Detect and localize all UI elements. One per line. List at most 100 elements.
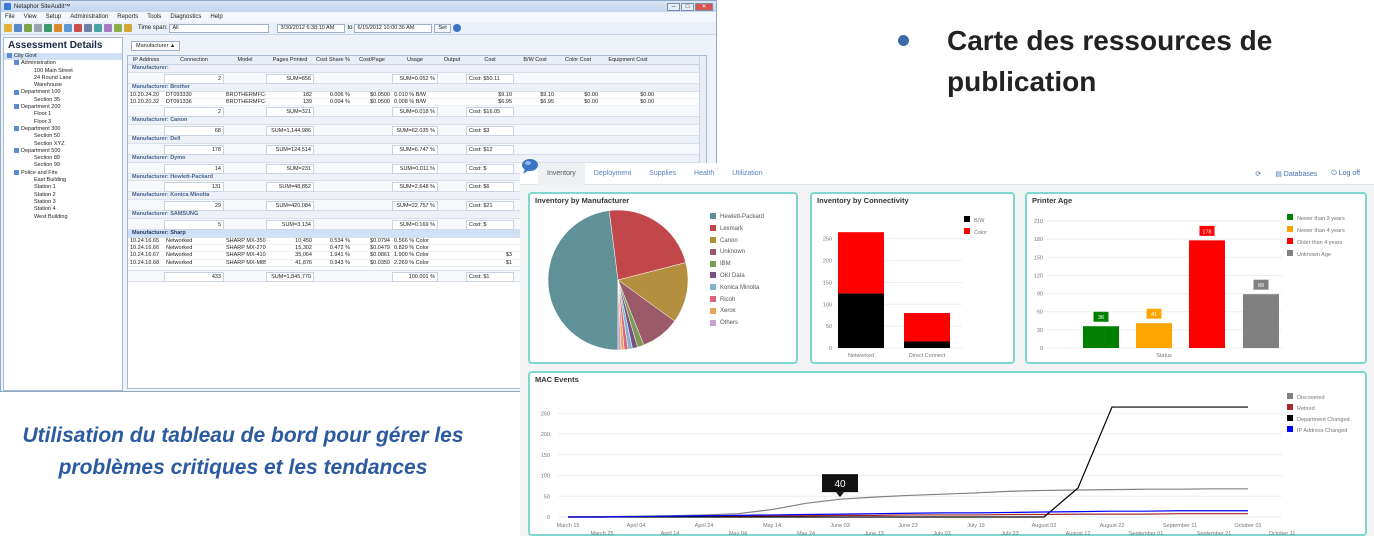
menu-view[interactable]: View (24, 14, 37, 20)
table-row[interactable]: 10.20.24.20 DT093330 BROTHERMFC-... 182 0.00… (128, 92, 706, 99)
bar-color[interactable] (904, 313, 950, 342)
legend-item: OKI Data (710, 271, 764, 283)
tree-item[interactable]: East Building (4, 177, 122, 184)
bar-b-w[interactable] (904, 341, 950, 348)
tree-item[interactable]: Section XYZ (4, 141, 122, 148)
open-icon[interactable] (4, 24, 12, 32)
tab-deployment[interactable]: Deployment (585, 163, 640, 185)
tree-item[interactable]: Station 1 (4, 184, 122, 191)
column-header[interactable]: Connection (164, 56, 224, 65)
group-by-manufacturer-chip[interactable]: Manufacturer ▲ (131, 41, 181, 51)
folder-icon[interactable] (124, 24, 132, 32)
close-button[interactable]: ✕ (695, 2, 713, 11)
tab-utilization[interactable]: Utilization (723, 163, 771, 185)
tree-item[interactable]: Department 500 (4, 148, 122, 155)
export-icon[interactable] (34, 24, 42, 32)
save-icon[interactable] (14, 24, 22, 32)
window-titlebar[interactable]: Netaphor SiteAudit™ – □ ✕ (1, 1, 716, 12)
column-header[interactable]: Equipment Cost (600, 56, 656, 65)
column-header[interactable]: Cost/Page (352, 56, 392, 65)
dashboard-navbar: Inventory Deployment Supplies Health Utiliza… (520, 159, 1374, 185)
column-header[interactable]: Usage (392, 56, 438, 65)
tree-item-label: East Building (34, 177, 67, 184)
tab-supplies[interactable]: Supplies (640, 163, 685, 185)
from-date-field[interactable]: 3/30/2012 6:38:10 AM (277, 23, 346, 33)
tree-item[interactable]: Station 2 (4, 192, 122, 199)
tree-item[interactable]: Floor 3 (4, 119, 122, 126)
set-button[interactable]: Set (434, 23, 451, 33)
menu-setup[interactable]: Setup (46, 14, 62, 20)
group-header[interactable]: Manufacturer: (128, 65, 706, 73)
legend-item: Ricoh (710, 295, 764, 307)
bar-b-w[interactable] (838, 293, 884, 348)
databases-link[interactable]: ▤ Databases (1275, 170, 1317, 178)
tree-item[interactable]: West Building (4, 214, 122, 221)
tree-item[interactable]: Department 300 (4, 126, 122, 133)
bar-older-than-4-years[interactable] (1189, 240, 1225, 348)
tree-item[interactable]: Department 100 (4, 89, 122, 96)
tab-inventory[interactable]: Inventory (538, 162, 585, 185)
to-date-field[interactable]: 6/15/2012 10:00:36 AM (354, 23, 433, 33)
group-header[interactable]: Manufacturer: Brother (128, 83, 706, 92)
timespan-select[interactable]: All (169, 23, 270, 33)
tree-item[interactable]: 24 Round Lane (4, 75, 122, 82)
chart-icon[interactable] (64, 24, 72, 32)
series-line-department-changed[interactable] (568, 406, 1248, 518)
tree-item[interactable]: Station 4 (4, 206, 122, 213)
column-header[interactable]: Color Cost (556, 56, 600, 65)
column-header[interactable]: Output (438, 56, 466, 65)
tools-icon[interactable] (104, 24, 112, 32)
tree-item[interactable]: Section 35 (4, 97, 122, 104)
menu-tools[interactable]: Tools (147, 14, 161, 20)
logoff-link[interactable]: ⏻ Log off (1331, 170, 1360, 178)
menu-reports[interactable]: Reports (117, 14, 138, 20)
tree-item[interactable]: Floor 1 (4, 111, 122, 118)
menu-file[interactable]: File (5, 14, 15, 20)
report-icon[interactable] (54, 24, 62, 32)
tree-item[interactable]: Department 200 (4, 104, 122, 111)
print-icon[interactable] (24, 24, 32, 32)
tree-item[interactable]: Administration (4, 60, 122, 67)
legend-label: Lexmark (720, 225, 744, 232)
tree-item[interactable]: Warehouse (4, 82, 122, 89)
minimize-button[interactable]: – (667, 2, 680, 11)
filter-icon[interactable] (94, 24, 102, 32)
alert-icon[interactable] (74, 24, 82, 32)
bar-color[interactable] (838, 232, 884, 294)
group-header[interactable]: Manufacturer: Canon (128, 117, 706, 125)
tree-item[interactable]: Section 50 (4, 133, 122, 140)
column-header[interactable]: Model (224, 56, 266, 65)
column-header[interactable]: B/W Cost (514, 56, 556, 65)
tree-item[interactable]: Police and Fire (4, 170, 122, 177)
refresh-icon[interactable] (44, 24, 52, 32)
bar-newer-than-3-years[interactable] (1083, 326, 1119, 348)
refresh-icon[interactable]: ⟳ (1255, 170, 1261, 178)
tree-item[interactable]: City Govt (4, 53, 122, 61)
group-header[interactable]: Manufacturer: Dymo (128, 154, 706, 163)
tree-item[interactable]: Section 89 (4, 155, 122, 162)
pie-slice[interactable] (547, 210, 619, 351)
tree-item[interactable]: 100 Main Street (4, 68, 122, 75)
column-header[interactable]: Pages Printed (266, 56, 314, 65)
group-header[interactable]: Manufacturer: Dell (128, 135, 706, 144)
settings-icon[interactable] (84, 24, 92, 32)
x-axis-label: Status (1156, 353, 1172, 359)
tree-item[interactable]: Section 99 (4, 162, 122, 169)
legend-label: OKI Data (720, 272, 745, 279)
tab-health[interactable]: Health (685, 163, 723, 185)
bar-unknown-age[interactable] (1243, 294, 1279, 348)
table-row[interactable]: 10.20.20.32 DT091336 BROTHERMFC-... 139 0.00… (128, 99, 706, 107)
menu-help[interactable]: Help (210, 14, 222, 20)
bar-newer-than-4-years[interactable] (1136, 323, 1172, 348)
diagnostics-icon[interactable] (114, 24, 122, 32)
help-icon[interactable] (452, 24, 461, 32)
maximize-button[interactable]: □ (681, 2, 694, 11)
column-header[interactable]: IP Address (128, 56, 164, 65)
menu-administration[interactable]: Administration (70, 14, 108, 20)
menu-diagnostics[interactable]: Diagnostics (170, 14, 201, 20)
column-header[interactable]: Cost Share % (314, 56, 352, 65)
table-cell: $0.00 (640, 91, 654, 98)
tree-item[interactable]: Station 3 (4, 199, 122, 206)
tree-item-label: Station 4 (34, 206, 56, 213)
column-header[interactable]: Cost (466, 56, 514, 65)
